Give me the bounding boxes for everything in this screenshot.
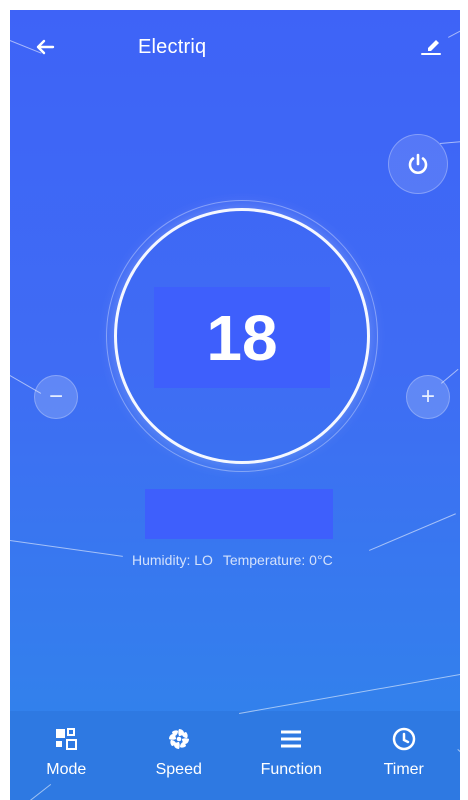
temperature-display: 18 [154, 287, 330, 388]
annotation-line-plus [441, 368, 459, 384]
mode-icon [52, 725, 80, 753]
menu-icon [277, 725, 305, 753]
humidity-status: Humidity: LO [132, 552, 213, 568]
annotation-line-humidity [10, 540, 123, 557]
environment-status: Humidity: LO Temperature: 0°C [132, 552, 333, 568]
function-label: Function [260, 761, 322, 778]
page-title: Electriq [138, 36, 207, 58]
mode-button[interactable]: Mode [10, 711, 123, 800]
bottom-toolbar: Mode Speed Function Timer [10, 711, 460, 800]
power-icon [408, 153, 428, 174]
speed-button[interactable]: Speed [123, 711, 236, 800]
plus-icon: + [420, 383, 435, 410]
timer-label: Timer [383, 761, 424, 778]
speed-label: Speed [155, 761, 202, 778]
app-screen: Electriq 18 − + Humidity: LO Temperature… [10, 10, 460, 800]
ambient-temperature-status: Temperature: 0°C [222, 552, 333, 568]
temperature-value: 18 [206, 301, 278, 374]
top-bar: Electriq [10, 10, 460, 82]
back-arrow-icon [36, 39, 55, 55]
back-button[interactable] [28, 30, 62, 64]
power-button[interactable] [388, 134, 448, 194]
annotation-line-temperature [369, 513, 456, 551]
clock-icon [390, 725, 418, 753]
edit-button[interactable] [414, 29, 448, 63]
mode-status-panel [145, 489, 333, 539]
annotation-line-panel [239, 673, 460, 714]
timer-button[interactable]: Timer [348, 711, 461, 800]
edit-pencil-icon [421, 40, 441, 55]
fan-icon [165, 725, 193, 753]
annotation-line-power [440, 141, 460, 144]
decrease-temperature-button[interactable]: − [34, 375, 78, 419]
minus-icon: − [48, 383, 63, 410]
function-button[interactable]: Function [235, 711, 348, 800]
mode-label: Mode [46, 761, 87, 778]
